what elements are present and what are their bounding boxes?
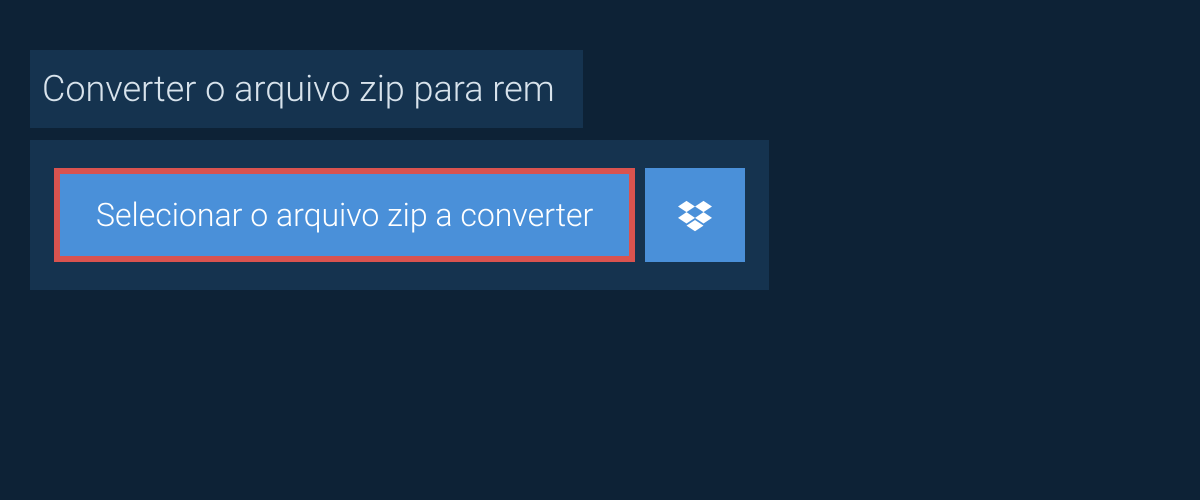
dropbox-icon xyxy=(678,198,712,232)
converter-container: Converter o arquivo zip para rem Selecio… xyxy=(0,0,1200,340)
dropbox-button[interactable] xyxy=(645,168,745,262)
file-select-panel: Selecionar o arquivo zip a converter xyxy=(30,140,769,290)
page-title: Converter o arquivo zip para rem xyxy=(30,50,583,128)
select-file-button[interactable]: Selecionar o arquivo zip a converter xyxy=(54,168,635,262)
select-file-label: Selecionar o arquivo zip a converter xyxy=(96,196,593,234)
